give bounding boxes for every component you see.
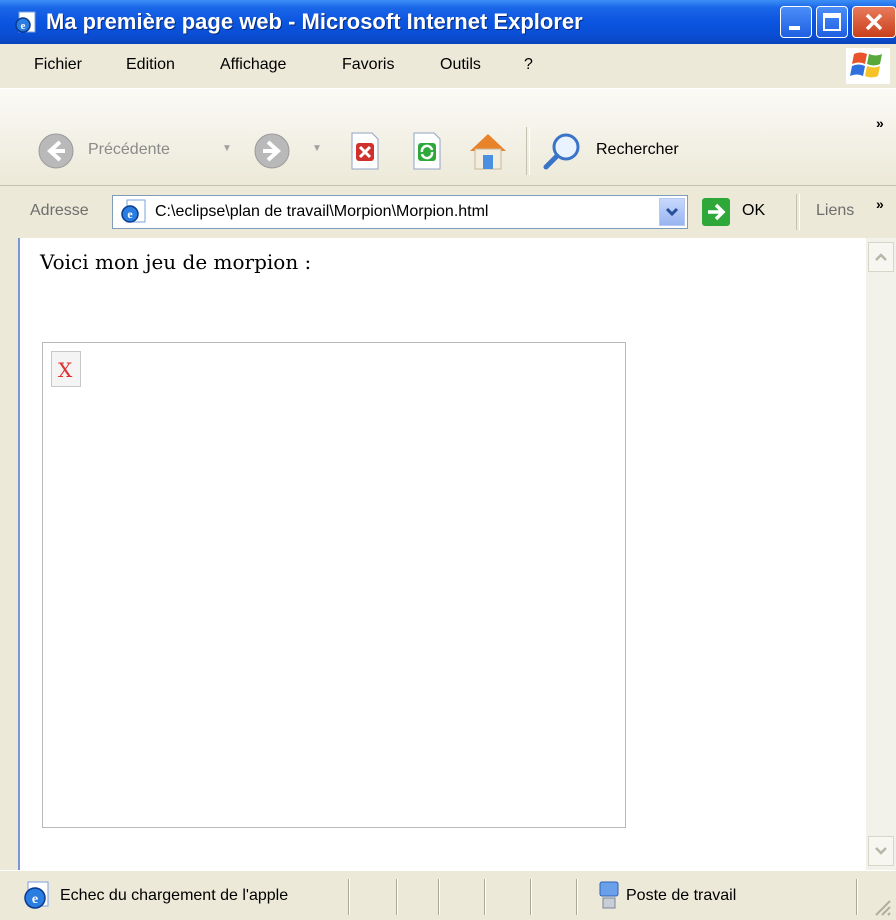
address-field[interactable]: e C:\eclipse\plan de travail\Morpion\Mor… [112, 195, 688, 229]
chevron-down-icon [875, 847, 887, 855]
chevron-down-icon [665, 207, 679, 217]
page-icon: e [121, 199, 146, 223]
links-button[interactable]: Liens [816, 202, 854, 220]
menu-favoris[interactable]: Favoris [342, 56, 394, 74]
status-separator [438, 879, 440, 915]
stop-icon [351, 132, 379, 170]
status-message: Echec du chargement de l'apple [60, 887, 289, 904]
menu-outils[interactable]: Outils [440, 56, 481, 74]
minimize-icon [789, 26, 800, 30]
refresh-button[interactable] [408, 131, 444, 171]
address-separator [796, 194, 800, 230]
status-bar: e Echec du chargement de l'apple Poste d… [0, 870, 896, 920]
page-text: Voici mon jeu de morpion : [40, 250, 312, 274]
status-separator [856, 879, 858, 915]
chevron-up-icon [875, 253, 887, 261]
forward-button[interactable]: ▼ [252, 131, 332, 171]
close-button[interactable] [852, 6, 896, 38]
toolbar-overflow-icon[interactable]: » [876, 115, 884, 131]
minimize-button[interactable] [780, 6, 812, 38]
status-separator [396, 879, 398, 915]
search-label: Rechercher [596, 141, 679, 158]
back-arrow-icon [38, 133, 74, 169]
home-button[interactable] [466, 129, 510, 173]
broken-applet-icon: X [51, 351, 81, 387]
go-label: OK [742, 202, 766, 219]
window-title: Ma première page web - Microsoft Interne… [46, 9, 583, 34]
close-icon [865, 13, 883, 31]
go-button[interactable]: OK [700, 196, 780, 228]
address-label: Adresse [30, 202, 89, 219]
go-arrow-icon [702, 198, 730, 226]
applet-frame[interactable]: X [42, 342, 626, 828]
address-value: C:\eclipse\plan de travail\Morpion\Morpi… [155, 203, 489, 220]
forward-dropdown-icon[interactable]: ▼ [312, 143, 322, 154]
menu-edition[interactable]: Edition [126, 56, 175, 74]
back-dropdown-icon[interactable]: ▼ [222, 143, 232, 154]
status-separator [576, 879, 578, 915]
search-icon [543, 133, 580, 170]
security-zone: Poste de travail [626, 887, 737, 904]
ie-page-icon: e [15, 11, 36, 33]
maximize-icon [823, 13, 841, 31]
status-separator [484, 879, 486, 915]
vertical-scrollbar[interactable] [866, 238, 896, 870]
page-content: Voici mon jeu de morpion : X [18, 238, 866, 870]
toolbar-separator [526, 127, 530, 175]
status-separator [530, 879, 532, 915]
broken-glyph: X [58, 358, 73, 382]
title-bar[interactable]: e Ma première page web - Microsoft Inter… [0, 0, 896, 44]
search-button[interactable]: Rechercher [540, 129, 720, 173]
forward-arrow-icon [254, 133, 290, 169]
back-button[interactable]: Précédente ▼ [36, 131, 246, 171]
resize-grip-icon[interactable] [868, 893, 892, 917]
window-left-border [0, 238, 19, 870]
scroll-up-button[interactable] [868, 242, 894, 272]
links-overflow-icon[interactable]: » [876, 196, 884, 212]
scroll-down-button[interactable] [868, 836, 894, 866]
svg-text:e: e [127, 207, 133, 221]
svg-text:e: e [21, 20, 26, 32]
menu-affichage[interactable]: Affichage [220, 56, 286, 74]
address-dropdown-button[interactable] [659, 198, 685, 226]
status-separator [348, 879, 350, 915]
menu-help[interactable]: ? [524, 56, 533, 74]
computer-zone-icon [599, 881, 619, 909]
home-icon [470, 134, 506, 170]
refresh-icon [413, 132, 441, 170]
ie-window: e Ma première page web - Microsoft Inter… [0, 0, 896, 920]
ie-status-icon: e [24, 881, 49, 909]
address-bar: Adresse e C:\eclipse\plan de travail\Mor… [0, 186, 896, 239]
windows-logo-icon [846, 48, 890, 84]
menu-bar: Fichier Edition Affichage Favoris Outils… [0, 44, 896, 89]
stop-button[interactable] [346, 131, 382, 171]
standard-toolbar: Précédente ▼ ▼ Rechercher » [0, 89, 896, 186]
svg-text:e: e [32, 892, 38, 907]
maximize-button[interactable] [816, 6, 848, 38]
back-label: Précédente [88, 141, 170, 158]
menu-fichier[interactable]: Fichier [34, 56, 82, 74]
